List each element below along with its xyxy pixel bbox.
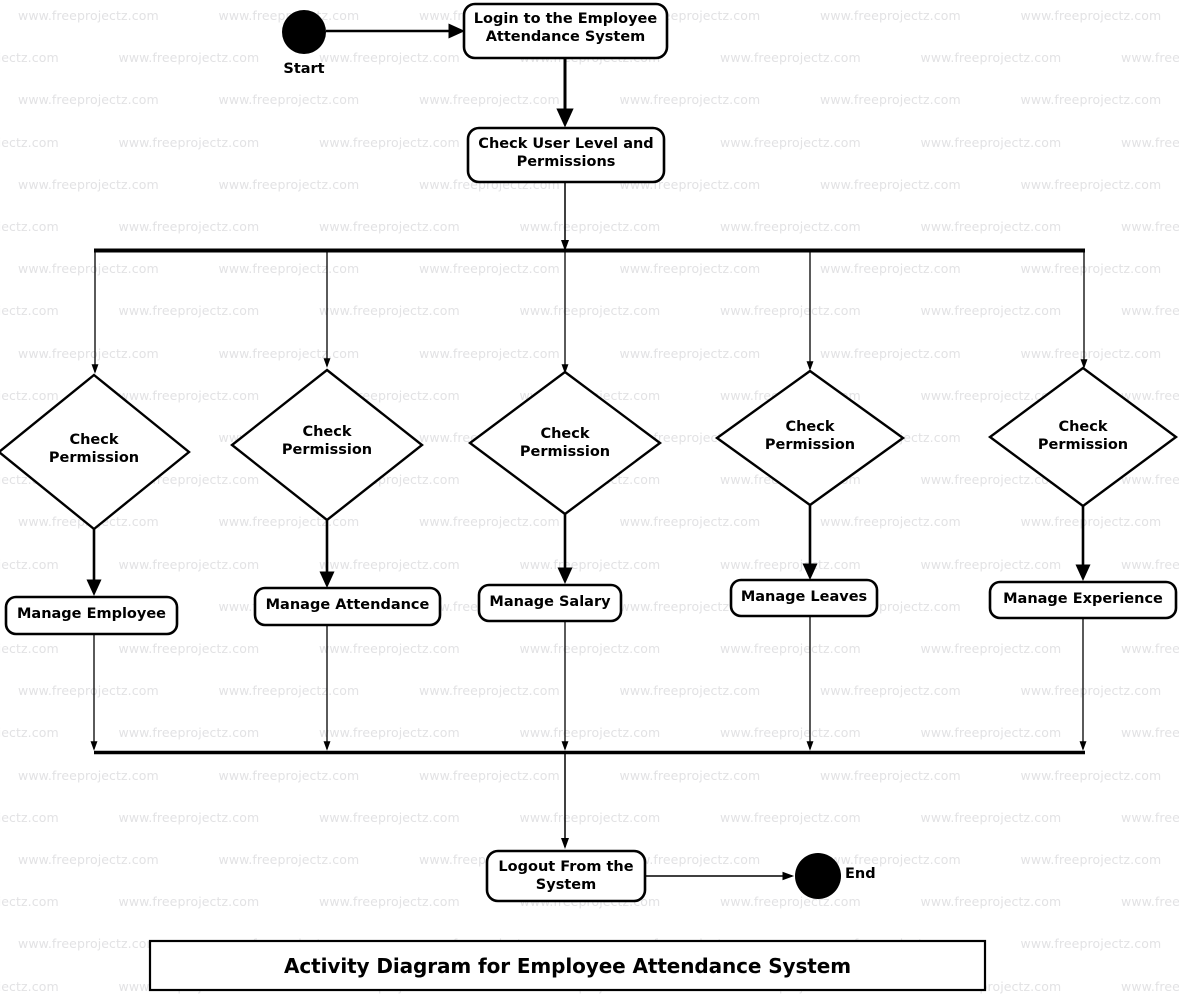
action-check-user-level [466,126,666,184]
decision-check-permission-leaves [714,369,906,507]
diagram-graphics [0,2,1179,992]
action-manage-salary [477,583,623,623]
initial-node [282,10,326,54]
action-manage-attendance [253,586,442,627]
activity-diagram-canvas: www.freeprojectz.com www.freeprojectz.com… [0,0,1179,994]
decision-check-permission-employee [0,373,191,531]
decision-check-permission-attendance [230,368,424,522]
action-logout [485,849,647,903]
title-frame [148,939,987,992]
action-manage-leaves [729,578,879,618]
action-manage-employee [4,595,179,636]
action-login [462,2,669,60]
action-manage-experience [988,580,1178,620]
decision-check-permission-experience [987,366,1179,508]
final-node [795,853,841,899]
decision-check-permission-salary [467,370,663,516]
